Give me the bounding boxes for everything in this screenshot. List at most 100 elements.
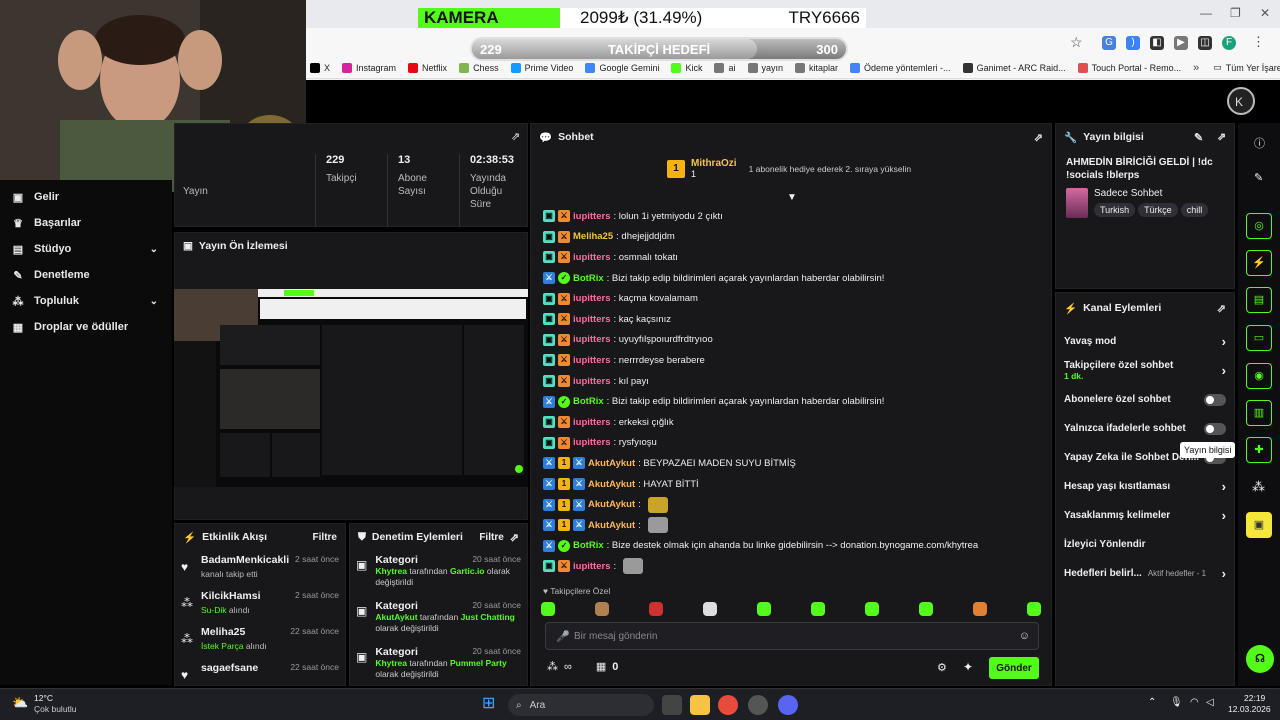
chat-username[interactable]: AkutAykut (588, 499, 635, 510)
chat-message[interactable]: ▣ ⚔ Meliha25: dhejejjddjdm (531, 227, 1051, 248)
popout-icon[interactable]: ⇗ (1034, 131, 1043, 144)
popout-icon[interactable]: ⇗ (1217, 131, 1226, 143)
volume-icon[interactable]: ◁ (1206, 697, 1214, 708)
bookmark-item[interactable]: Kick (671, 62, 702, 73)
chevron-right-icon[interactable]: › (1222, 363, 1226, 378)
file-explorer-icon[interactable] (690, 695, 710, 715)
chat-message[interactable]: ▣ ⚔ iupitters: osmnalı tokatı (531, 247, 1051, 268)
popout-icon[interactable]: ⇗ (510, 531, 519, 544)
chat-username[interactable]: BotRix (573, 396, 604, 407)
channel-action-row[interactable]: Abonelere özel sohbet (1056, 385, 1234, 414)
discord-icon[interactable] (778, 695, 798, 715)
settings-gear-icon[interactable]: ⚙ (937, 661, 947, 674)
channel-action-row[interactable]: Yasaklanmış kelimeler › (1056, 501, 1234, 530)
emote-shortcut[interactable] (811, 602, 825, 616)
maximize-icon[interactable]: ❐ (1230, 6, 1241, 20)
chat-username[interactable]: iupitters (573, 355, 610, 366)
chat-message[interactable]: ⚔ 1 ⚔ AkutAykut: (531, 494, 1051, 515)
popout-icon[interactable]: ⇗ (1217, 302, 1226, 315)
chat-message[interactable]: ⚔ ✓ BotRix: Bizi takip edip bildirimleri a… (531, 268, 1051, 289)
kick-points-icon[interactable]: ⁂ (547, 660, 558, 673)
emote-shortcut[interactable] (595, 602, 609, 616)
extension-icon[interactable]: ◧ (1150, 36, 1164, 50)
tray-chevron-icon[interactable]: ⌃ (1148, 697, 1156, 708)
broadcast-icon[interactable]: ◉ (1246, 363, 1272, 389)
audio-icon[interactable]: ) (1126, 36, 1140, 50)
nav-item-1[interactable]: ♛ Başarılar (0, 210, 172, 236)
activity-event[interactable]: ⁂ KilcikHamsi Su-Dik alındı 2 saat önce (175, 586, 345, 622)
bookmark-item[interactable]: Ödeme yöntemleri -... (850, 62, 951, 73)
menu-dots-icon[interactable]: ⋮ (1252, 34, 1265, 50)
nav-item-5[interactable]: ▦ Droplar ve ödüller (0, 314, 172, 340)
chat-username[interactable]: iupitters (573, 417, 610, 428)
chat-username[interactable]: iupitters (573, 293, 610, 304)
chat-message[interactable]: ▣ ⚔ iupitters: lolun 1i yetmiyodu 2 çıktı (531, 206, 1051, 227)
chevron-down-icon[interactable]: ⌄ (150, 296, 158, 307)
emote-shortcut[interactable] (865, 602, 879, 616)
chrome-icon[interactable] (718, 695, 738, 715)
bookmark-item[interactable]: Prime Video (510, 62, 573, 73)
chat-username[interactable]: AkutAykut (588, 458, 635, 469)
puzzle-icon[interactable]: ◫ (1198, 36, 1212, 50)
activity-filter-button[interactable]: Filtre (313, 532, 337, 543)
activity-event[interactable]: ⁂ Meliha25 İstek Parça alındı 22 saat önce (175, 622, 345, 658)
chat-message[interactable]: ⚔ ✓ BotRix: Bizi takip edip bildirimleri a… (531, 391, 1051, 412)
bookmark-item[interactable]: Instagram (342, 62, 396, 73)
popout-icon[interactable]: ⇗ (511, 130, 520, 143)
bookmark-item[interactable]: X (310, 62, 330, 73)
store-icon[interactable]: ▦ (596, 660, 606, 673)
windows-start-icon[interactable]: ⊞ (482, 693, 495, 713)
chat-username[interactable]: iupitters (573, 376, 610, 387)
nav-item-3[interactable]: ✎ Denetleme (0, 262, 172, 288)
moderation-filter-button[interactable]: Filtre (479, 532, 503, 543)
minimize-icon[interactable]: — (1200, 6, 1212, 20)
mic-icon[interactable]: 🎤 (556, 630, 570, 643)
chat-message[interactable]: ▣ ⚔ iupitters: kaçma kovalamam (531, 288, 1051, 309)
stream-tag[interactable]: chill (1180, 203, 1209, 217)
chat-username[interactable]: AkutAykut (588, 479, 635, 490)
chat-message[interactable]: ⚔ 1 ⚔ AkutAykut: HAYAT BİTTİ (531, 474, 1051, 495)
task-view-icon[interactable] (662, 695, 682, 715)
bookmark-item[interactable]: Google Gemini (585, 62, 659, 73)
emote-shortcut[interactable] (703, 602, 717, 616)
target-icon[interactable]: ◎ (1246, 213, 1272, 239)
channel-action-row[interactable]: Yavaş mod › (1056, 327, 1234, 356)
bookmark-item[interactable]: Touch Portal - Remo... (1077, 62, 1181, 73)
bookmark-star-icon[interactable]: ☆ (1070, 34, 1083, 51)
emote-shortcut[interactable] (541, 602, 555, 616)
channel-action-row[interactable]: Takipçilere özel sohbet 1 dk. › (1056, 356, 1234, 385)
chat-username[interactable]: BotRix (573, 540, 604, 551)
chevron-right-icon[interactable]: › (1222, 334, 1226, 349)
chat-username[interactable]: iupitters (573, 561, 610, 572)
chat-input[interactable]: 🎤 Bir mesaj gönderin ☺ (545, 622, 1039, 650)
pencil-icon[interactable]: ✎ (1254, 171, 1263, 184)
chat-username[interactable]: AkutAykut (588, 520, 635, 531)
moderation-action[interactable]: ▣ Kategori Khytrea tarafından Gartic.io ol… (350, 550, 527, 596)
stream-tag[interactable]: Türkçe (1138, 203, 1178, 217)
emoji-icon[interactable]: ☺ (1019, 630, 1030, 642)
emote-shortcut[interactable] (1027, 602, 1041, 616)
document-icon[interactable]: ▤ (1246, 287, 1272, 313)
emote-shortcut[interactable] (919, 602, 933, 616)
chat-message[interactable]: ▣ ⚔ iupitters: (531, 556, 1051, 577)
chat-message[interactable]: ▣ ⚔ iupitters: uyuyfılşpoıurdfrdtryıoo (531, 330, 1051, 351)
channel-action-row[interactable]: İzleyici Yönlendir (1056, 530, 1234, 559)
chat-message[interactable]: ⚔ 1 ⚔ AkutAykut: BEYPAZAEI MADEN SUYU BİTMİ… (531, 453, 1051, 474)
weather-cloud-icon[interactable]: ⛅ (12, 695, 28, 711)
channel-action-row[interactable]: Hedefleri belirl... Aktif hedefler - 1 › (1056, 559, 1234, 588)
moderation-action[interactable]: ▣ Kategori Khytrea tarafından Pummel Party… (350, 642, 527, 688)
translate-icon[interactable]: G (1102, 36, 1116, 50)
bookmark-item[interactable]: Netflix (408, 62, 447, 73)
chevron-right-icon[interactable]: › (1222, 566, 1226, 581)
chat-username[interactable]: BotRix (573, 273, 604, 284)
chat-icon[interactable]: ▭ (1246, 325, 1272, 351)
nav-item-4[interactable]: ⁂ Topluluk ⌄ (0, 288, 172, 314)
chat-username[interactable]: Meliha25 (573, 231, 613, 242)
activity-event[interactable]: ♥ BadamMenkicakli kanalı takip etti 2 saat … (175, 550, 345, 586)
points-icon[interactable]: ⁂ (1252, 479, 1265, 495)
chat-message[interactable]: ▣ ⚔ iupitters: rysfyıoşu (531, 433, 1051, 454)
emote-shortcut[interactable] (649, 602, 663, 616)
bookmark-item[interactable]: Chess (459, 62, 499, 73)
toggle-switch[interactable] (1204, 393, 1226, 406)
bookmark-item[interactable]: Ganimet - ARC Raid... (962, 62, 1066, 73)
